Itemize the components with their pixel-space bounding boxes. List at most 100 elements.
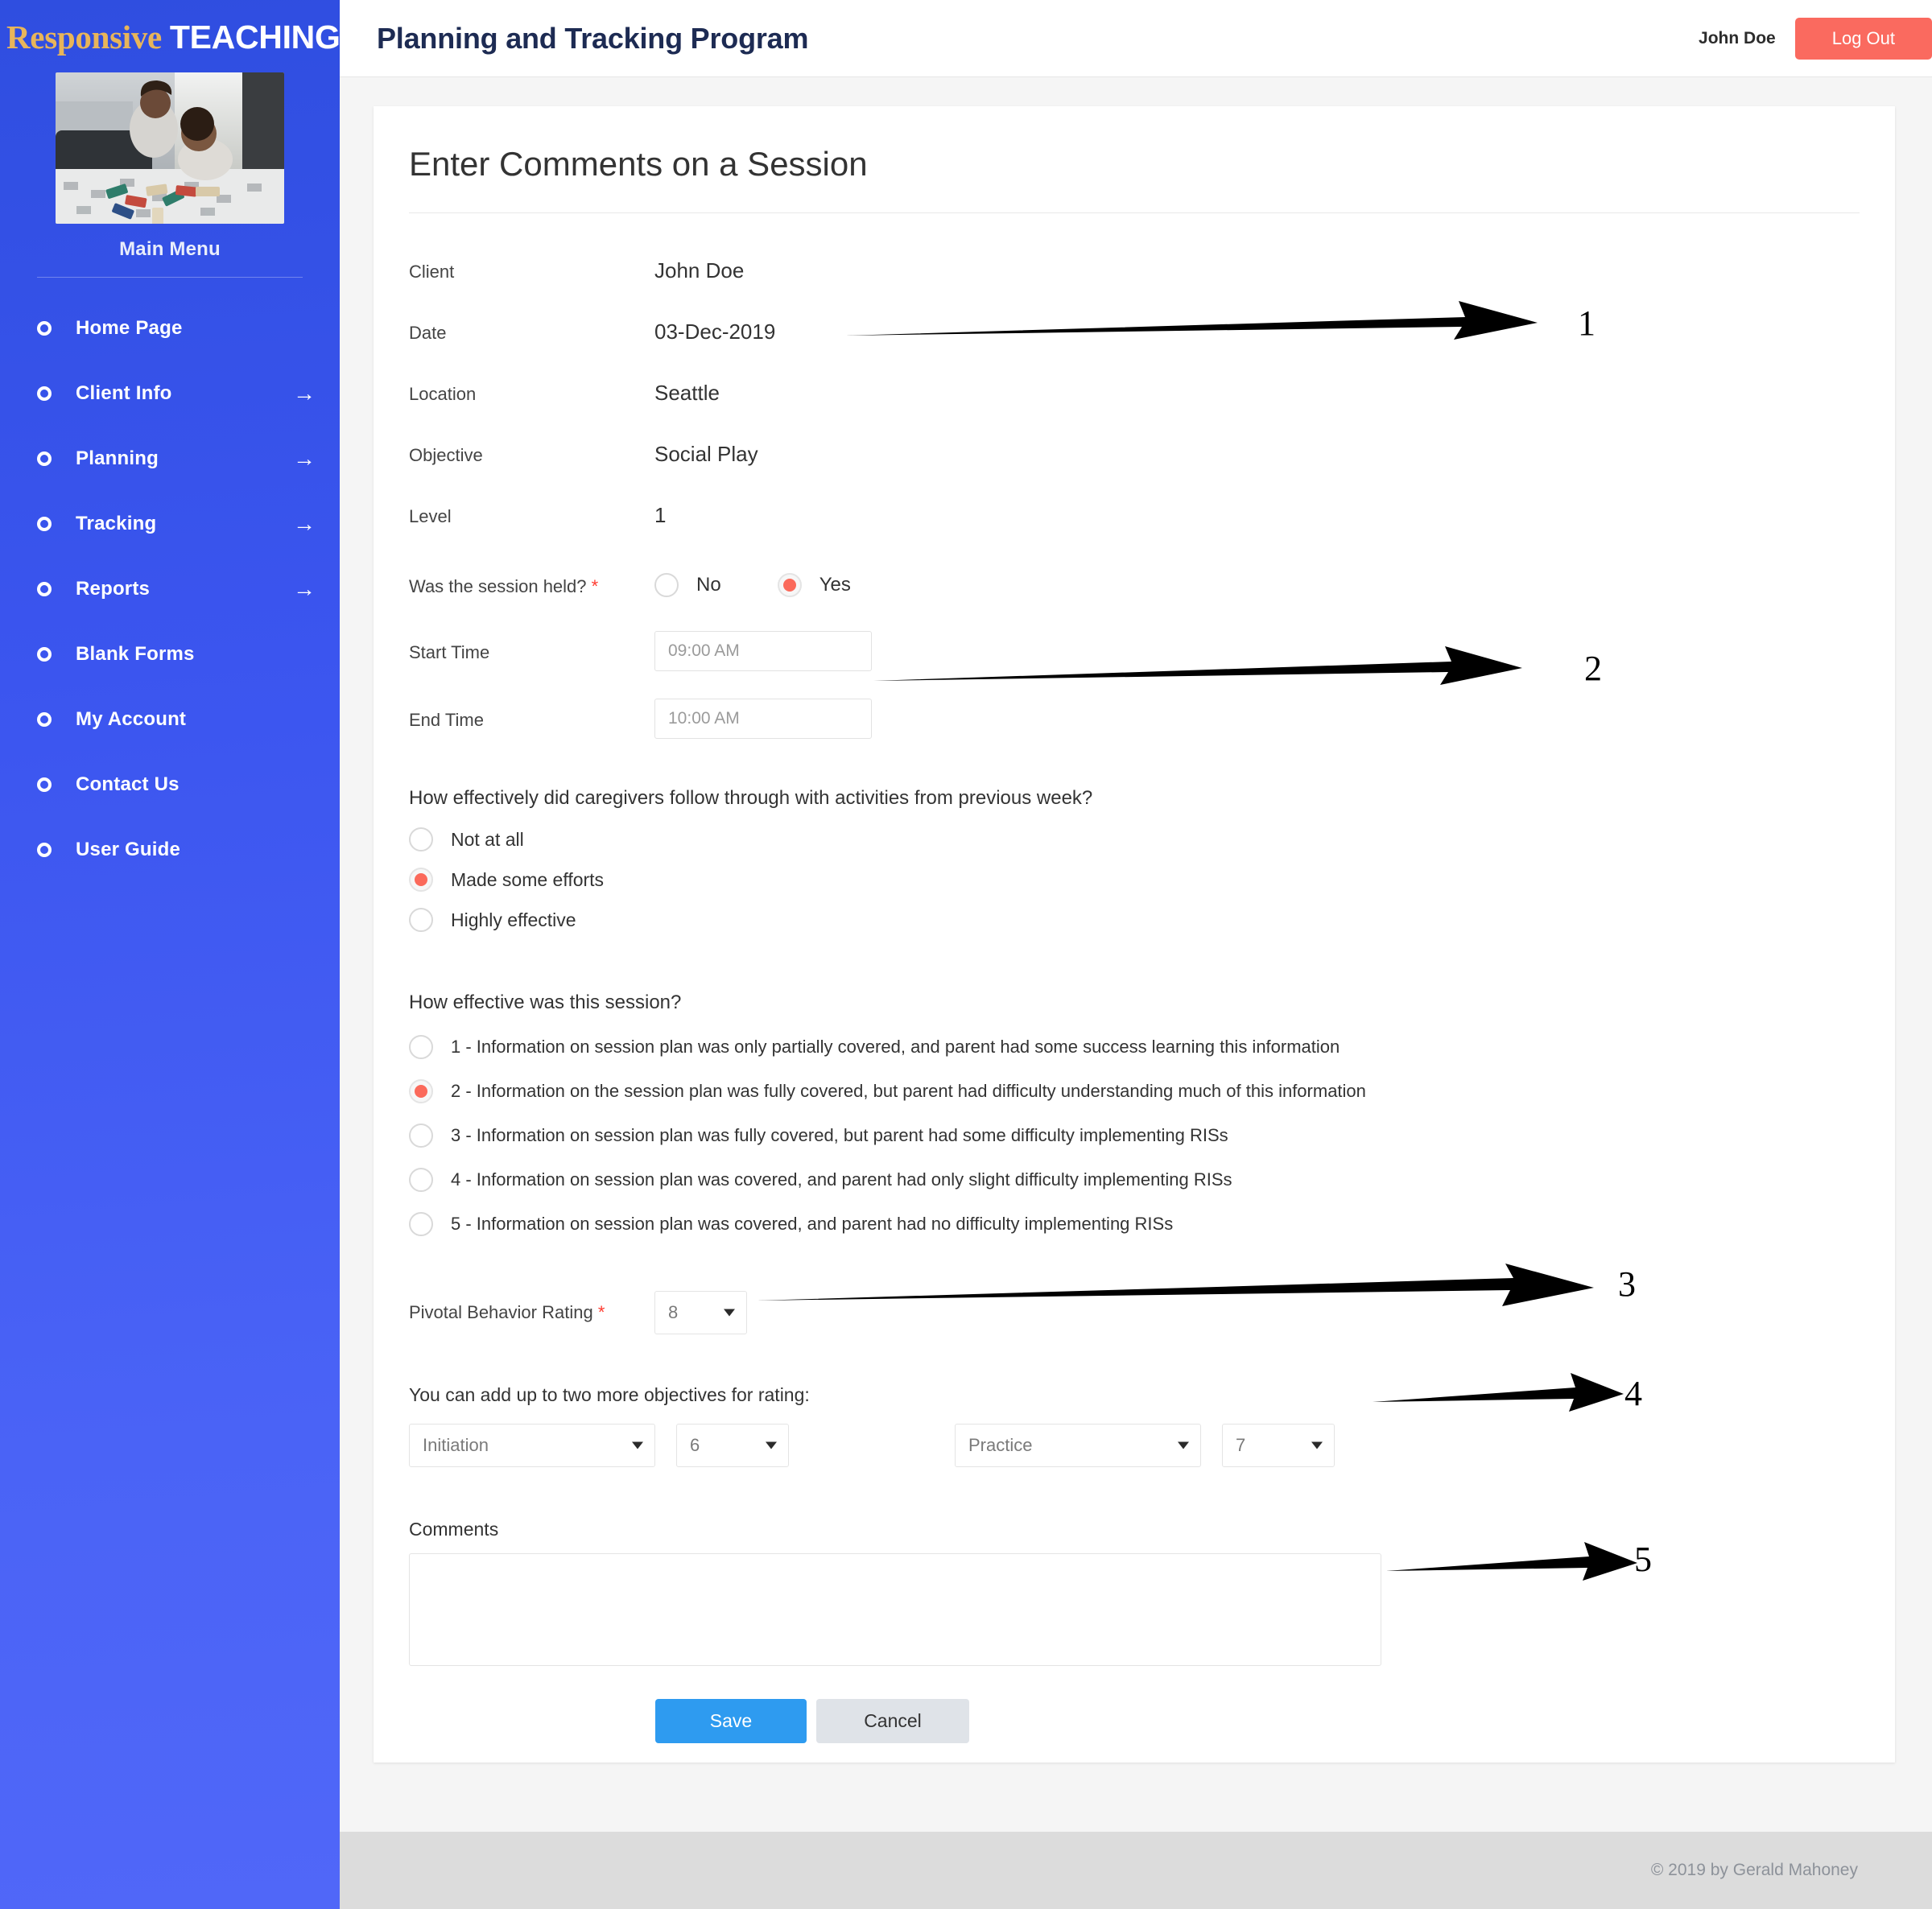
radio-icon <box>409 827 433 851</box>
copyright-text: © 2019 by Gerald Mahoney <box>1650 1861 1858 1879</box>
radio-label: Highly effective <box>451 909 576 930</box>
logout-button[interactable]: Log Out <box>1794 17 1932 60</box>
sidebar-item-my-account[interactable]: My Account <box>0 686 340 752</box>
field-level: Level 1 <box>409 503 1860 528</box>
radio-label: 4 - Information on session plan was cove… <box>451 1169 1232 1190</box>
radio-icon <box>409 1212 433 1236</box>
page-footer: © 2019 by Gerald Mahoney <box>340 1832 1932 1909</box>
required-marker: * <box>591 576 599 596</box>
objective-1-select[interactable]: Initiation <box>409 1424 655 1467</box>
chevron-down-icon <box>632 1441 643 1449</box>
session-held-label: Was the session held? * <box>409 573 654 597</box>
arrow-right-icon: → <box>293 380 316 406</box>
bullet-icon <box>37 451 52 466</box>
radio-label: 5 - Information on session plan was cove… <box>451 1214 1174 1234</box>
bullet-icon <box>37 320 52 336</box>
end-time-label: End Time <box>409 710 484 730</box>
radio-label: 1 - Information on session plan was only… <box>451 1037 1340 1057</box>
radio-icon <box>409 1035 433 1059</box>
effectiveness-options: 1 - Information on session plan was only… <box>409 1035 1860 1236</box>
radio-label: 2 - Information on the session plan was … <box>451 1081 1366 1101</box>
radio-effectiveness-5[interactable]: 5 - Information on session plan was cove… <box>409 1212 1860 1236</box>
session-comments-card: Enter Comments on a Session Client John … <box>374 106 1895 1763</box>
sidebar-item-blank-forms[interactable]: Blank Forms <box>0 621 340 686</box>
sidebar-photo-wrap <box>0 72 340 224</box>
radio-icon-selected <box>777 573 802 597</box>
radio-followthrough-not-at-all[interactable]: Not at all <box>409 827 1860 851</box>
location-label: Location <box>409 384 477 404</box>
sidebar-item-reports[interactable]: Reports → <box>0 556 340 621</box>
objective-2-select[interactable]: Practice <box>955 1424 1201 1467</box>
session-comments-form: Client John Doe Date 03-Dec-2019 Locatio… <box>374 258 1895 1743</box>
form-action-buttons: Save Cancel <box>409 1699 1860 1743</box>
sidebar-item-user-guide[interactable]: User Guide <box>0 817 340 882</box>
field-start-time: Start Time <box>409 631 1860 671</box>
sidebar-item-tracking[interactable]: Tracking → <box>0 491 340 556</box>
brand-logo: Responsive TEACHING <box>0 0 341 63</box>
end-time-input[interactable] <box>654 699 872 739</box>
start-time-input[interactable] <box>654 631 872 671</box>
radio-followthrough-made-some-efforts[interactable]: Made some efforts <box>409 868 1860 892</box>
bullet-icon <box>37 842 52 857</box>
sidebar-nav: Home Page Client Info → Planning → Track… <box>0 295 340 882</box>
location-value: Seattle <box>654 381 720 405</box>
field-location: Location Seattle <box>409 381 1860 406</box>
comments-label: Comments <box>409 1519 499 1540</box>
level-label: Level <box>409 506 452 526</box>
field-client: Client John Doe <box>409 258 1860 283</box>
sidebar-item-label: Contact Us <box>76 773 180 795</box>
app-root: Responsive TEACHING Main Menu Home Page … <box>0 0 1932 1909</box>
level-value: 1 <box>654 503 667 527</box>
radio-icon-selected <box>409 868 433 892</box>
pivotal-rating-select[interactable]: 8 <box>654 1291 747 1334</box>
objective-2-rating-select[interactable]: 7 <box>1222 1424 1335 1467</box>
objective-1-rating-select[interactable]: 6 <box>676 1424 789 1467</box>
arrow-right-icon: → <box>293 510 316 536</box>
radio-session-held-no[interactable]: No <box>654 573 721 597</box>
save-button[interactable]: Save <box>655 1699 807 1743</box>
comments-textarea[interactable] <box>409 1553 1381 1666</box>
radio-label: No <box>696 574 721 596</box>
bullet-icon <box>37 777 52 792</box>
cancel-button[interactable]: Cancel <box>816 1699 969 1743</box>
radio-label: Made some efforts <box>451 868 605 890</box>
followthrough-options: Not at all Made some efforts Highly effe… <box>409 827 1860 932</box>
radio-followthrough-highly-effective[interactable]: Highly effective <box>409 908 1860 932</box>
sidebar-item-home-page[interactable]: Home Page <box>0 295 340 361</box>
objective-1-value: Initiation <box>423 1435 489 1455</box>
objective-value: Social Play <box>654 442 758 466</box>
extra-objectives-note: You can add up to two more objectives fo… <box>409 1384 810 1405</box>
radio-label: Yes <box>819 574 851 596</box>
card-title: Enter Comments on a Session <box>409 145 868 183</box>
caregiver-child-photo <box>56 72 284 224</box>
radio-icon <box>654 573 679 597</box>
objective-2-value: Practice <box>968 1435 1033 1455</box>
sidebar-item-label: My Account <box>76 707 187 730</box>
radio-effectiveness-3[interactable]: 3 - Information on session plan was full… <box>409 1124 1860 1148</box>
chevron-down-icon <box>724 1309 735 1317</box>
bullet-icon <box>37 646 52 662</box>
radio-effectiveness-1[interactable]: 1 - Information on session plan was only… <box>409 1035 1860 1059</box>
sidebar-item-label: Client Info <box>76 381 172 404</box>
objective-2-rating-value: 7 <box>1236 1435 1246 1455</box>
sidebar-item-contact-us[interactable]: Contact Us <box>0 752 340 817</box>
start-time-label: Start Time <box>409 642 490 662</box>
session-held-label-text: Was the session held? <box>409 576 587 596</box>
chevron-down-icon <box>1311 1441 1323 1449</box>
followthrough-question: How effectively did caregivers follow th… <box>409 787 1093 809</box>
brand-word-teaching: TEACHING <box>169 19 341 56</box>
radio-label: 3 - Information on session plan was full… <box>451 1125 1228 1145</box>
radio-session-held-yes[interactable]: Yes <box>777 573 851 597</box>
extra-objectives-row: Initiation 6 Practice 7 <box>409 1424 1860 1467</box>
page-title: Planning and Tracking Program <box>377 21 809 55</box>
sidebar-item-planning[interactable]: Planning → <box>0 426 340 491</box>
bullet-icon <box>37 581 52 596</box>
field-objective: Objective Social Play <box>409 442 1860 467</box>
arrow-right-icon: → <box>293 575 316 601</box>
chevron-down-icon <box>766 1441 777 1449</box>
required-marker: * <box>597 1302 605 1322</box>
radio-effectiveness-4[interactable]: 4 - Information on session plan was cove… <box>409 1168 1860 1192</box>
radio-effectiveness-2[interactable]: 2 - Information on the session plan was … <box>409 1079 1860 1103</box>
sidebar-item-client-info[interactable]: Client Info → <box>0 361 340 426</box>
pivotal-label-text: Pivotal Behavior Rating <box>409 1302 593 1322</box>
